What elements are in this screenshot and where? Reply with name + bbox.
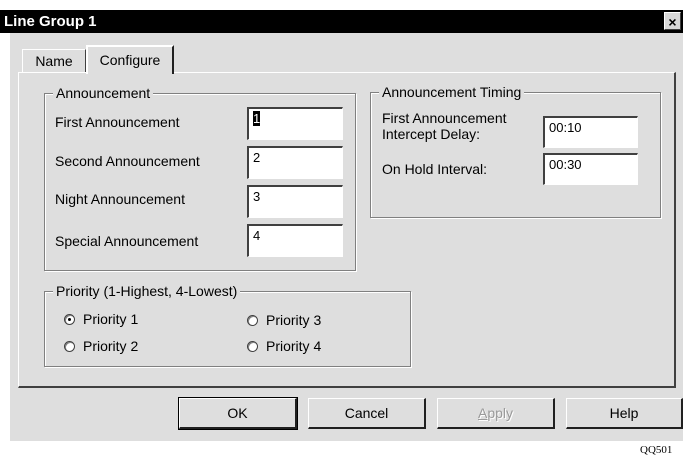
second-announcement-input[interactable]: 2 [247,146,343,179]
night-announcement-input[interactable]: 3 [247,185,343,218]
close-button[interactable]: × [664,12,681,30]
second-announcement-label: Second Announcement [55,153,200,169]
priority-4-radio[interactable] [247,341,258,352]
priority-3-radio[interactable] [247,315,258,326]
night-announcement-label: Night Announcement [55,191,185,207]
cancel-button[interactable]: Cancel [308,398,426,429]
title-bar [0,10,683,33]
on-hold-interval-label: On Hold Interval: [382,161,488,177]
intercept-delay-label-line2: Intercept Delay: [382,126,481,142]
on-hold-interval-value: 00:30 [549,157,582,172]
priority-1-radio[interactable] [64,314,75,325]
on-hold-interval-input[interactable]: 00:30 [543,153,638,185]
first-announcement-label: First Announcement [55,114,180,130]
intercept-delay-value: 00:10 [549,120,582,135]
priority-2-radio[interactable] [64,341,75,352]
night-announcement-value: 3 [253,189,261,204]
apply-button[interactable]: Apply [437,398,555,429]
first-announcement-input[interactable]: 1 [247,107,343,140]
intercept-delay-label-line1: First Announcement [382,110,507,126]
window-title: Line Group 1 [4,13,97,30]
priority-4-label[interactable]: Priority 4 [266,338,321,354]
tab-name[interactable]: Name [22,49,86,72]
second-announcement-value: 2 [253,150,261,165]
priority-legend: Priority (1-Highest, 4-Lowest) [53,283,241,299]
ok-button[interactable]: OK [178,397,298,430]
apply-label-rest: pply [487,405,514,421]
first-announcement-value: 1 [253,111,261,126]
apply-mnemonic: A [477,405,488,421]
intercept-delay-input[interactable]: 00:10 [543,116,638,148]
priority-group [44,291,411,367]
special-announcement-value: 4 [253,228,261,243]
announcement-legend: Announcement [53,85,154,101]
priority-2-label[interactable]: Priority 2 [83,338,138,354]
special-announcement-label: Special Announcement [55,233,199,249]
tab-configure[interactable]: Configure [86,45,174,74]
announcement-timing-legend: Announcement Timing [379,84,525,100]
priority-3-label[interactable]: Priority 3 [266,312,321,328]
close-icon: × [668,14,677,30]
figure-reference: QQ501 [640,444,673,456]
special-announcement-input[interactable]: 4 [247,224,343,257]
priority-1-label[interactable]: Priority 1 [83,311,138,327]
help-button[interactable]: Help [566,398,683,429]
